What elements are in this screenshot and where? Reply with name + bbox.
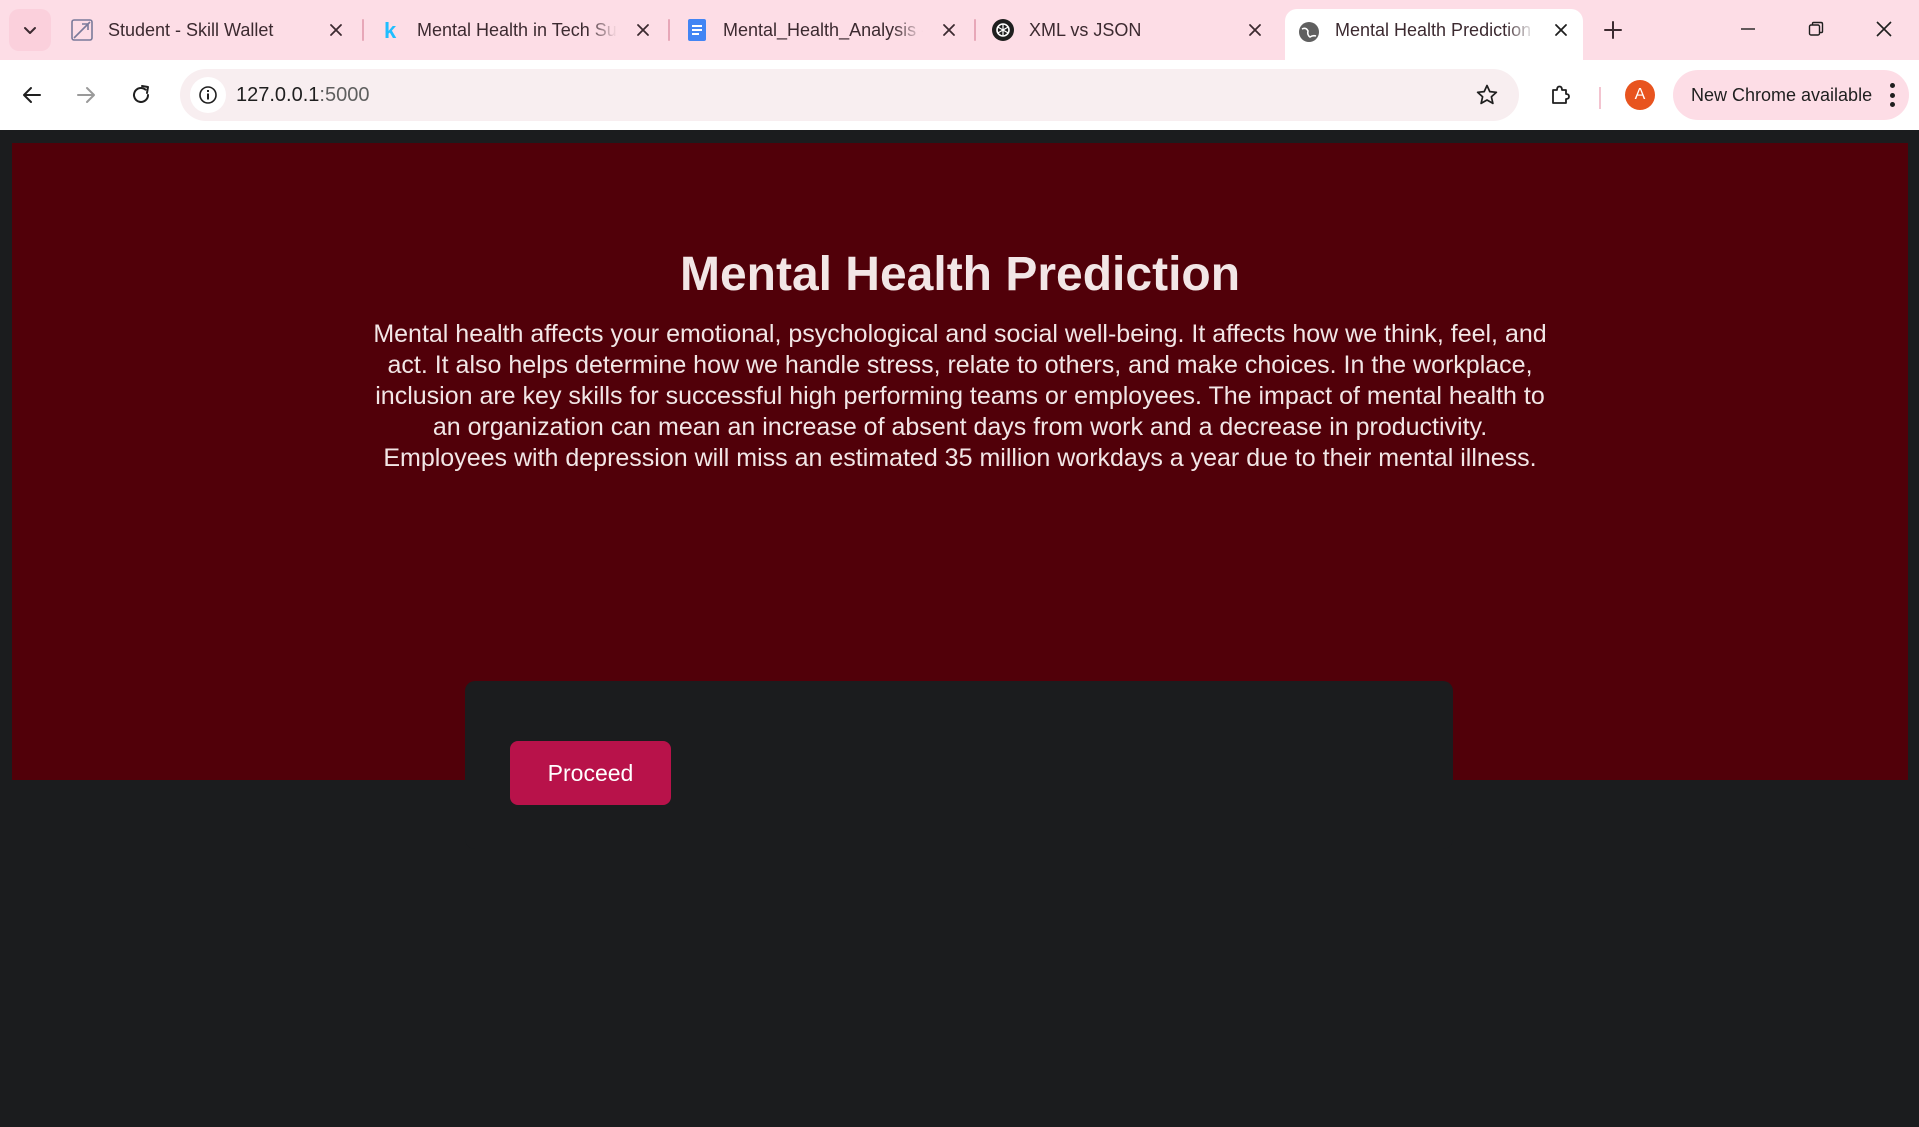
page-description: Mental health affects your emotional, ps… bbox=[373, 320, 1547, 472]
reload-button[interactable] bbox=[121, 75, 161, 115]
new-tab-button[interactable] bbox=[1593, 13, 1633, 47]
tab-divider bbox=[974, 19, 976, 41]
globe-icon bbox=[1297, 20, 1321, 44]
plus-icon bbox=[1604, 21, 1622, 39]
hero-section: Mental Health Prediction Mental health a… bbox=[12, 143, 1908, 849]
close-icon bbox=[1876, 21, 1892, 37]
toolbar-divider bbox=[1599, 87, 1601, 109]
skill-wallet-icon bbox=[70, 18, 94, 42]
url-port: :5000 bbox=[319, 84, 370, 106]
close-tab-icon[interactable] bbox=[1245, 20, 1265, 40]
page-title: Mental Health Prediction bbox=[679, 248, 1241, 301]
tab-strip: Student - Skill Wallet k Mental Health i… bbox=[0, 0, 1919, 60]
restore-button[interactable] bbox=[1782, 0, 1850, 58]
tab-search-button[interactable] bbox=[9, 9, 51, 51]
chatgpt-icon bbox=[991, 18, 1015, 42]
tab-title: Student - Skill Wallet bbox=[108, 19, 274, 40]
page-viewport: Mental Health Prediction Mental health a… bbox=[0, 130, 1919, 1127]
reload-icon bbox=[133, 85, 149, 103]
address-bar[interactable]: 127.0.0.1:5000 bbox=[180, 69, 1519, 121]
tab-title: Mental_Health_Analysis - bbox=[723, 19, 923, 40]
tab-mental-health-analysis[interactable]: Mental_Health_Analysis - bbox=[673, 9, 971, 51]
tab-skill-wallet[interactable]: Student - Skill Wallet bbox=[58, 9, 358, 51]
tab-title: XML vs JSON bbox=[1029, 19, 1142, 40]
chrome-update-button[interactable]: New Chrome available bbox=[1673, 70, 1909, 120]
chevron-down-icon bbox=[24, 27, 36, 34]
tab-mental-health-prediction[interactable]: Mental Health Prediction bbox=[1285, 9, 1583, 60]
kaggle-icon: k bbox=[379, 18, 403, 42]
tab-title: Mental Health in Tech Su bbox=[417, 19, 617, 40]
close-tab-icon[interactable] bbox=[1551, 20, 1571, 40]
site-info-icon[interactable] bbox=[190, 77, 226, 113]
tab-title: Mental Health Prediction bbox=[1335, 20, 1532, 40]
profile-avatar[interactable]: A bbox=[1625, 80, 1655, 110]
google-docs-icon bbox=[685, 18, 709, 42]
tab-xml-vs-json[interactable]: XML vs JSON bbox=[979, 9, 1277, 51]
tab-mental-health-survey[interactable]: k Mental Health in Tech Su bbox=[367, 9, 665, 51]
profile-initial: A bbox=[1634, 86, 1646, 103]
browser-toolbar: 127.0.0.1:5000 A New Chrome available bbox=[0, 60, 1919, 130]
tab-divider bbox=[668, 19, 670, 41]
back-button[interactable] bbox=[12, 75, 52, 115]
url-host: 127.0.0.1 bbox=[236, 84, 320, 106]
bookmark-star-icon[interactable] bbox=[1473, 81, 1501, 109]
proceed-button[interactable]: Proceed bbox=[510, 741, 671, 805]
svg-text:k: k bbox=[384, 18, 397, 42]
extensions-button[interactable] bbox=[1540, 75, 1580, 115]
url-text[interactable]: 127.0.0.1:5000 bbox=[236, 84, 369, 107]
action-panel: Proceed bbox=[465, 681, 1453, 849]
forward-button[interactable] bbox=[66, 75, 106, 115]
close-tab-icon[interactable] bbox=[939, 20, 959, 40]
minimize-button[interactable] bbox=[1714, 0, 1782, 58]
minimize-icon bbox=[1741, 28, 1755, 30]
tab-divider bbox=[362, 19, 364, 41]
close-tab-icon[interactable] bbox=[326, 20, 346, 40]
update-label: New Chrome available bbox=[1691, 84, 1873, 105]
restore-icon bbox=[1808, 21, 1824, 36]
arrow-left-icon bbox=[23, 87, 41, 103]
close-tab-icon[interactable] bbox=[633, 20, 653, 40]
arrow-right-icon bbox=[77, 87, 95, 103]
puzzle-icon bbox=[1552, 85, 1570, 104]
close-window-button[interactable] bbox=[1850, 0, 1918, 58]
more-menu-icon[interactable] bbox=[1889, 83, 1895, 107]
